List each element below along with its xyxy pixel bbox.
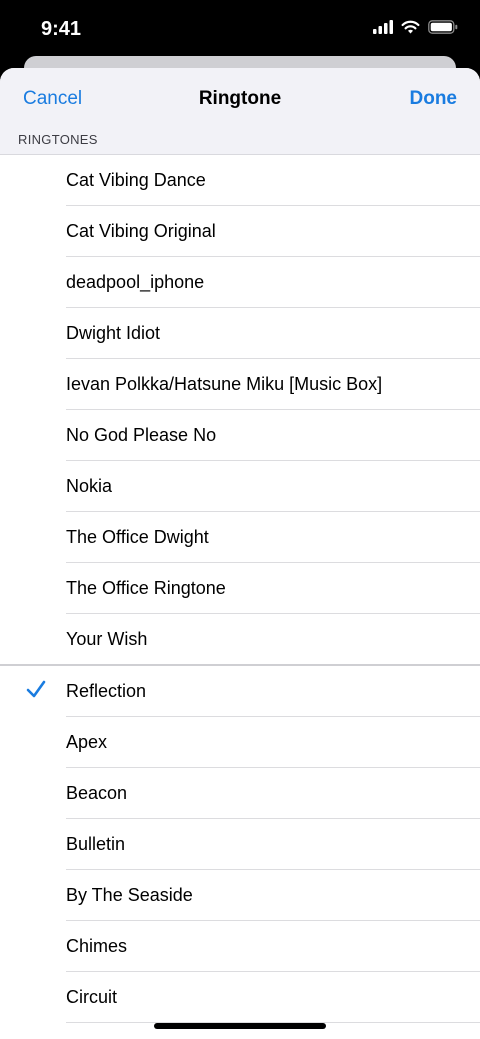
ringtone-label: Dwight Idiot: [66, 323, 161, 343]
ringtone-row[interactable]: Beacon: [0, 768, 480, 819]
page-title: Ringtone: [198, 88, 282, 109]
ringtone-label: Beacon: [66, 783, 128, 803]
custom-ringtone-list: Cat Vibing Dance Cat Vibing Original dea…: [0, 155, 480, 665]
ringtone-label: The Office Dwight: [66, 527, 209, 547]
cellular-signal-icon: [373, 20, 393, 34]
ringtone-row[interactable]: Cat Vibing Dance: [0, 155, 480, 206]
section-header-label: RINGTONES: [18, 132, 98, 147]
ringtone-label: Circuit: [66, 987, 118, 1007]
ringtone-row[interactable]: Circuit: [0, 972, 480, 1023]
ringtone-label: Cat Vibing Original: [66, 221, 216, 241]
status-time: 9:41: [41, 18, 82, 40]
navigation-bar: Cancel Ringtone Done: [0, 68, 480, 133]
ringtone-label: Reflection: [66, 681, 147, 701]
ringtone-row[interactable]: Your Wish: [0, 614, 480, 665]
ringtone-row[interactable]: Chimes: [0, 921, 480, 972]
ringtone-label: Apex: [66, 732, 108, 752]
ringtone-label: By The Seaside: [66, 885, 193, 905]
checkmark-icon: [25, 678, 47, 705]
builtin-ringtone-list: Reflection Apex Beacon Bulletin By The S…: [0, 666, 480, 1023]
ringtone-label: Ievan Polkka/Hatsune Miku [Music Box]: [66, 374, 383, 394]
ringtone-row[interactable]: Cat Vibing Original: [0, 206, 480, 257]
ringtone-row[interactable]: Bulletin: [0, 819, 480, 870]
ringtone-row[interactable]: No God Please No: [0, 410, 480, 461]
ringtone-row[interactable]: By The Seaside: [0, 870, 480, 921]
ringtone-label: Cat Vibing Dance: [66, 170, 206, 190]
ringtone-label: Chimes: [66, 936, 128, 956]
ringtone-row-selected[interactable]: Reflection: [0, 666, 480, 717]
done-button[interactable]: Done: [410, 88, 458, 110]
ringtone-row[interactable]: deadpool_iphone: [0, 257, 480, 308]
ringtone-label: The Office Ringtone: [66, 578, 226, 598]
ringtone-row[interactable]: The Office Ringtone: [0, 563, 480, 614]
battery-icon: [428, 20, 458, 34]
ringtone-label: Nokia: [66, 476, 113, 496]
ringtone-label: No God Please No: [66, 425, 217, 445]
status-bar: 9:41: [0, 0, 480, 58]
ringtone-row[interactable]: Nokia: [0, 461, 480, 512]
ringtone-label: Your Wish: [66, 629, 148, 649]
ringtone-label: Bulletin: [66, 834, 126, 854]
ringtone-sheet: Cancel Ringtone Done RINGTONES Cat Vibin…: [0, 68, 480, 1039]
status-icons: [373, 20, 458, 34]
section-header: RINGTONES: [0, 132, 480, 155]
ringtone-row[interactable]: The Office Dwight: [0, 512, 480, 563]
ringtone-row[interactable]: Ievan Polkka/Hatsune Miku [Music Box]: [0, 359, 480, 410]
ringtone-row[interactable]: Dwight Idiot: [0, 308, 480, 359]
wifi-icon: [401, 20, 420, 34]
ringtone-row[interactable]: Apex: [0, 717, 480, 768]
ringtone-label: deadpool_iphone: [66, 272, 205, 292]
home-indicator: [154, 1023, 326, 1029]
